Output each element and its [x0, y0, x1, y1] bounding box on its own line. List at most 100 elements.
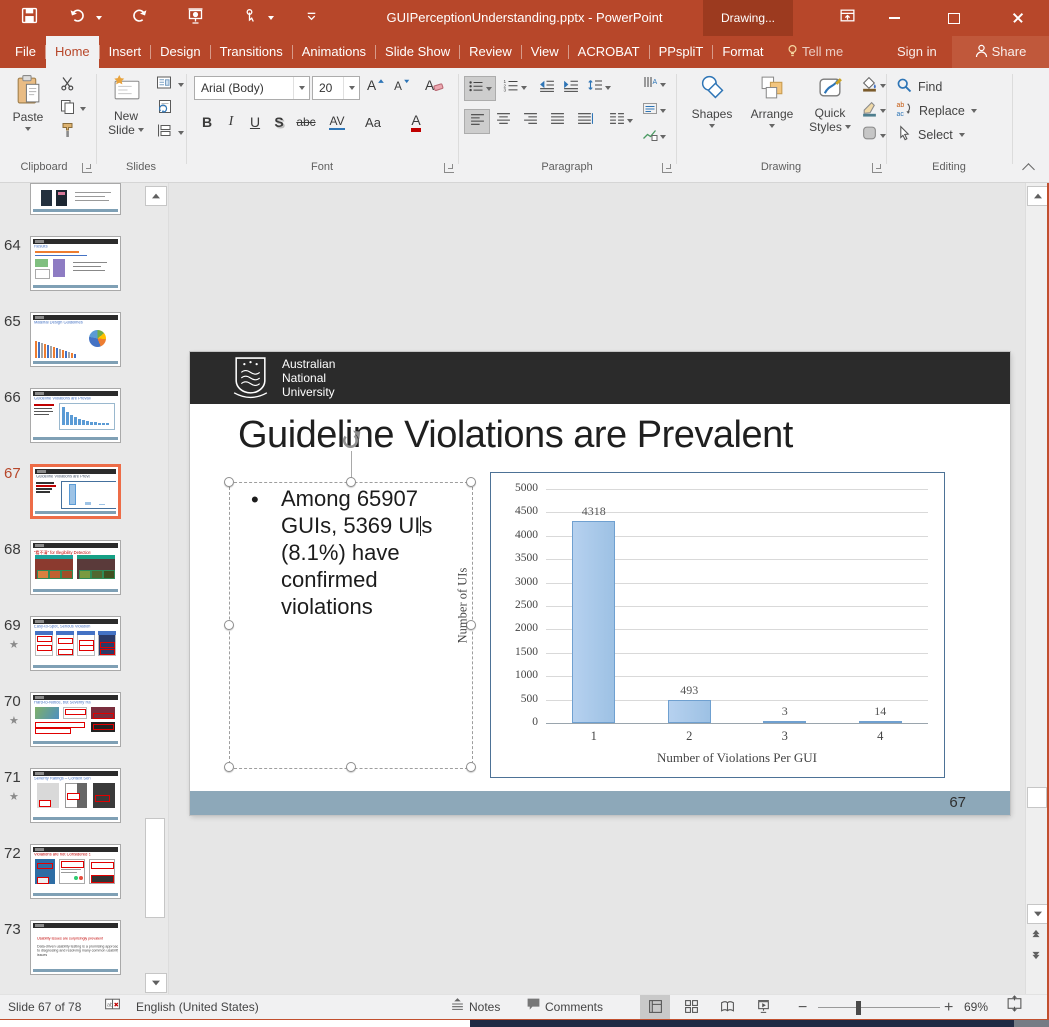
align-text-button[interactable]	[638, 100, 670, 121]
section-dropdown-icon[interactable]	[178, 131, 184, 135]
bar[interactable]	[572, 521, 615, 723]
previous-slide-button[interactable]	[1031, 929, 1041, 938]
justify-button[interactable]	[545, 109, 569, 132]
convert-smartart-button[interactable]	[638, 126, 670, 147]
scroll-down-button[interactable]	[1027, 904, 1049, 924]
italic-button[interactable]: I	[220, 110, 242, 134]
underline-button[interactable]: U	[244, 110, 266, 134]
tab-file[interactable]: File	[6, 36, 45, 68]
tab-view[interactable]: View	[522, 36, 568, 68]
slide-thumbnail-71[interactable]: Severity Ratings – Context Sensitive	[30, 768, 121, 823]
replace-button[interactable]: abacReplace	[896, 101, 977, 121]
font-dialog-launcher-icon[interactable]	[444, 163, 454, 173]
tab-animations[interactable]: Animations	[293, 36, 375, 68]
text-direction-button[interactable]: A	[638, 74, 670, 95]
panel-scroll-up-button[interactable]	[145, 186, 167, 206]
reading-view-button[interactable]	[712, 995, 742, 1020]
slide-thumbnail-66[interactable]: Guideline Violations are Prevalent	[30, 388, 121, 443]
format-painter-button[interactable]	[56, 122, 78, 142]
zoom-slider-thumb[interactable]	[856, 1001, 861, 1015]
decrease-indent-button[interactable]	[536, 76, 556, 99]
find-button[interactable]: Find	[896, 77, 942, 97]
spell-check-icon[interactable]: ab	[104, 995, 121, 1020]
arrange-button[interactable]: Arrange	[744, 74, 800, 128]
slideshow-view-button[interactable]	[748, 995, 778, 1020]
layout-dropdown-icon[interactable]	[178, 83, 184, 87]
zoom-slider-track[interactable]	[818, 1007, 940, 1008]
slide-thumbnail[interactable]	[30, 183, 121, 215]
section-button[interactable]	[152, 124, 176, 142]
slide-counter[interactable]: Slide 67 of 78	[8, 995, 81, 1020]
paste-button[interactable]: Paste	[5, 74, 51, 131]
align-center-button[interactable]	[491, 109, 515, 132]
sign-in-button[interactable]: Sign in	[897, 36, 937, 68]
zoom-out-button[interactable]: −	[798, 995, 807, 1020]
distributed-button[interactable]	[572, 109, 598, 132]
tab-review[interactable]: Review	[460, 36, 521, 68]
panel-scroll-down-button[interactable]	[145, 973, 167, 993]
slide-thumbnail-65[interactable]: Material Design Guidelines	[30, 312, 121, 367]
tab-format[interactable]: Format	[713, 36, 772, 68]
language-indicator[interactable]: English (United States)	[136, 995, 259, 1020]
maximize-button[interactable]	[932, 0, 976, 36]
fit-to-window-icon[interactable]	[1006, 995, 1023, 1020]
minimize-button[interactable]	[872, 0, 916, 36]
slide-thumbnail-64[interactable]: Results	[30, 236, 121, 291]
comments-button[interactable]: Comments	[526, 995, 603, 1020]
slide-layout-button[interactable]	[152, 76, 176, 94]
quick-styles-button[interactable]: Quick Styles	[804, 74, 856, 134]
zoom-in-button[interactable]: +	[944, 995, 953, 1020]
tab-acrobat[interactable]: ACROBAT	[569, 36, 649, 68]
align-right-button[interactable]	[518, 109, 542, 132]
reset-slide-button[interactable]	[152, 100, 176, 118]
resize-handle-bottom-left[interactable]	[224, 762, 234, 772]
bar[interactable]	[668, 700, 711, 723]
align-left-button[interactable]	[464, 109, 490, 134]
bullets-button[interactable]	[464, 76, 496, 101]
bold-button[interactable]: B	[196, 110, 218, 134]
close-button[interactable]	[992, 0, 1044, 36]
tell-me-tab[interactable]: Tell me	[786, 36, 843, 68]
new-slide-button[interactable]: New Slide	[100, 74, 152, 137]
font-name-combo[interactable]: Arial (Body)	[194, 76, 310, 100]
bullet-text[interactable]: Among 65907GUIs, 5369 UIs(8.1%) haveconf…	[281, 485, 481, 620]
slide-thumbnail-72[interactable]: Violations are not Considered Serious	[30, 844, 121, 899]
tab-slide-show[interactable]: Slide Show	[376, 36, 459, 68]
font-size-combo[interactable]: 20	[312, 76, 360, 100]
resize-handle-middle-left[interactable]	[224, 620, 234, 630]
tab-insert[interactable]: Insert	[100, 36, 151, 68]
slide-sorter-view-button[interactable]	[676, 995, 706, 1020]
drawing-dialog-launcher-icon[interactable]	[872, 163, 882, 173]
notes-button[interactable]: Notes	[450, 995, 500, 1020]
text-shadow-button[interactable]: S	[268, 110, 290, 134]
scroll-up-button[interactable]	[1027, 186, 1049, 206]
slide-thumbnail-68[interactable]: “看不清” for Illegibility Detection	[30, 540, 121, 595]
paragraph-dialog-launcher-icon[interactable]	[662, 163, 672, 173]
slide-thumbnail-67[interactable]: Guideline Violations are Prevalent	[30, 464, 121, 519]
shape-effects-button[interactable]	[858, 126, 888, 146]
share-button[interactable]: Share	[952, 36, 1049, 68]
strikethrough-button[interactable]: abc	[292, 110, 320, 134]
main-scrollbar-thumb[interactable]	[1027, 787, 1047, 808]
numbering-button[interactable]: 123	[500, 76, 530, 99]
slide-thumbnail-69[interactable]: Easy-to-Spot, Serious Violations	[30, 616, 121, 671]
tab-design[interactable]: Design	[151, 36, 209, 68]
grow-font-button[interactable]: A	[364, 77, 386, 97]
font-color-button[interactable]: A	[404, 110, 428, 134]
zoom-level[interactable]: 69%	[964, 995, 988, 1020]
normal-view-button[interactable]	[640, 995, 670, 1020]
change-case-button[interactable]: Aa	[362, 110, 384, 134]
tab-transitions[interactable]: Transitions	[211, 36, 292, 68]
tab-home[interactable]: Home	[46, 36, 99, 68]
collapse-ribbon-icon[interactable]	[1022, 163, 1035, 176]
character-spacing-button[interactable]: AV	[324, 110, 350, 134]
bar[interactable]	[859, 721, 902, 723]
slide-canvas[interactable]: AustralianNationalUniversity Guideline V…	[190, 352, 1010, 815]
ribbon-display-options-icon[interactable]	[834, 6, 860, 30]
clipboard-dialog-launcher-icon[interactable]	[82, 163, 92, 173]
rotation-handle-icon[interactable]	[339, 429, 362, 457]
bar[interactable]	[763, 721, 806, 723]
select-button[interactable]: Select	[896, 125, 965, 145]
slide-thumbnail-73[interactable]: Usability issues are surprisingly preval…	[30, 920, 121, 975]
shapes-button[interactable]: Shapes	[684, 74, 740, 128]
